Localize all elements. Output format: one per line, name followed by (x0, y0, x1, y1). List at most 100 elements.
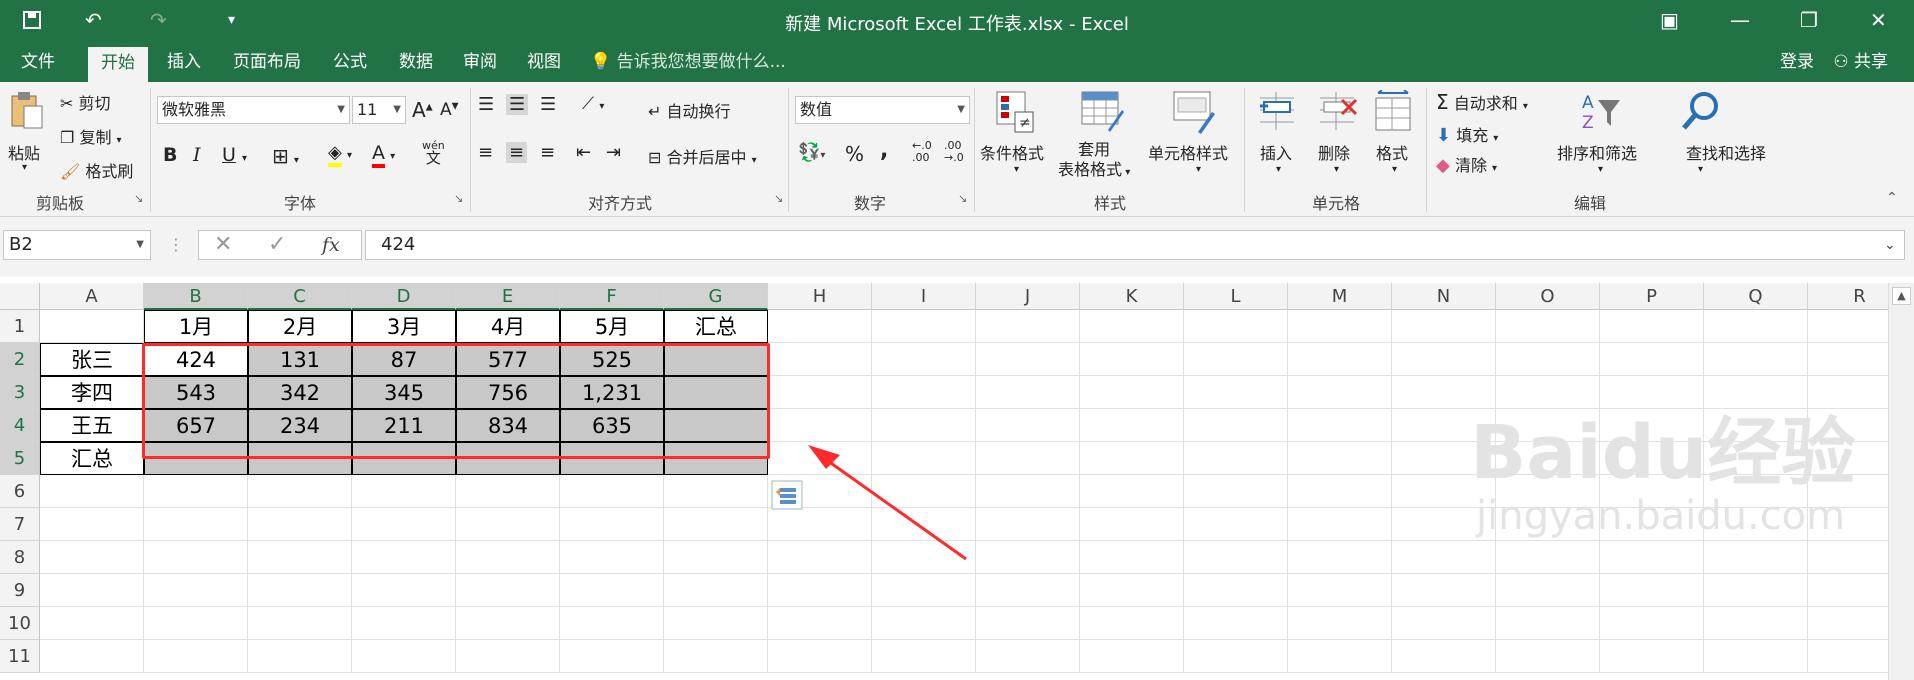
align-right-icon[interactable]: ≡ (540, 142, 555, 163)
cell-G6[interactable] (664, 475, 768, 508)
cell-G1[interactable]: 汇总 (664, 310, 768, 343)
cell-O9[interactable] (1496, 574, 1600, 607)
cell-B7[interactable] (144, 508, 248, 541)
cell-K3[interactable] (1080, 376, 1184, 409)
insert-cells-icon[interactable] (1258, 90, 1298, 134)
cell-J10[interactable] (976, 607, 1080, 640)
cell-H2[interactable] (768, 343, 872, 376)
cell-P8[interactable] (1600, 541, 1704, 574)
cell-N2[interactable] (1392, 343, 1496, 376)
phonetic-button[interactable]: wén 文 (422, 140, 445, 166)
cell-B6[interactable] (144, 475, 248, 508)
cell-H11[interactable] (768, 640, 872, 673)
align-bottom-icon[interactable]: ☰ (540, 94, 556, 115)
borders-button[interactable]: ⊞ ▾ (272, 144, 299, 168)
underline-button[interactable]: U ▾ (222, 144, 247, 166)
cell-J1[interactable] (976, 310, 1080, 343)
cell-F8[interactable] (560, 541, 664, 574)
cell-A2[interactable]: 张三 (40, 343, 144, 376)
cell-L3[interactable] (1184, 376, 1288, 409)
quick-analysis-icon[interactable] (771, 480, 803, 510)
paste-dropdown-icon[interactable]: ▾ (22, 162, 27, 173)
enter-icon[interactable]: ✓ (268, 233, 286, 257)
paste-icon[interactable] (10, 90, 44, 130)
column-header-G[interactable]: G (664, 283, 768, 310)
cell-A8[interactable] (40, 541, 144, 574)
tab-home[interactable]: 开始 (88, 47, 148, 82)
cell-O1[interactable] (1496, 310, 1600, 343)
increase-indent-icon[interactable]: ⇥ (606, 142, 621, 163)
cell-K6[interactable] (1080, 475, 1184, 508)
cell-J2[interactable] (976, 343, 1080, 376)
row-header-1[interactable]: 1 (0, 310, 40, 343)
cell-K1[interactable] (1080, 310, 1184, 343)
cell-D11[interactable] (352, 640, 456, 673)
cell-N3[interactable] (1392, 376, 1496, 409)
cell-K2[interactable] (1080, 343, 1184, 376)
cell-M2[interactable] (1288, 343, 1392, 376)
tab-page-layout[interactable]: 页面布局 (224, 42, 310, 82)
cell-J8[interactable] (976, 541, 1080, 574)
magnifier-icon[interactable] (1678, 90, 1722, 134)
cell-M5[interactable] (1288, 442, 1392, 475)
dialog-launcher-icon[interactable]: ↘ (134, 192, 143, 205)
column-header-Q[interactable]: Q (1704, 283, 1808, 310)
cell-K8[interactable] (1080, 541, 1184, 574)
align-center-icon[interactable]: ≡ (506, 142, 528, 163)
column-header-D[interactable]: D (352, 283, 456, 310)
cell-P1[interactable] (1600, 310, 1704, 343)
cell-M11[interactable] (1288, 640, 1392, 673)
sort-filter-button[interactable]: 排序和筛选 (1557, 140, 1637, 164)
row-header-9[interactable]: 9 (0, 574, 40, 607)
cell-D7[interactable] (352, 508, 456, 541)
tab-formulas[interactable]: 公式 (326, 42, 374, 82)
maximize-icon[interactable]: ❐ (1800, 8, 1818, 32)
grow-font-button[interactable]: A▲ (412, 98, 433, 122)
tab-view[interactable]: 视图 (520, 42, 568, 82)
row-header-8[interactable]: 8 (0, 541, 40, 574)
row-header-3[interactable]: 3 (0, 376, 40, 409)
fill-color-button[interactable]: ◈ ▾ (328, 142, 352, 167)
insert-function-icon[interactable]: fx (322, 233, 340, 257)
cell-O3[interactable] (1496, 376, 1600, 409)
row-header-7[interactable]: 7 (0, 508, 40, 541)
cell-P9[interactable] (1600, 574, 1704, 607)
cell-F6[interactable] (560, 475, 664, 508)
delete-cells-icon[interactable] (1318, 90, 1358, 134)
cell-A9[interactable] (40, 574, 144, 607)
cell-Q8[interactable] (1704, 541, 1808, 574)
format-cells-button[interactable]: 格式 (1376, 140, 1408, 164)
cell-D1[interactable]: 3月 (352, 310, 456, 343)
column-header-I[interactable]: I (872, 283, 976, 310)
close-icon[interactable]: ✕ (1870, 8, 1887, 32)
align-middle-icon[interactable]: ☰ (506, 94, 529, 115)
cell-O8[interactable] (1496, 541, 1600, 574)
cell-J6[interactable] (976, 475, 1080, 508)
font-name-combo[interactable]: 微软雅黑 ▼ (157, 96, 350, 124)
cell-K5[interactable] (1080, 442, 1184, 475)
cell-F9[interactable] (560, 574, 664, 607)
font-size-combo[interactable]: 11 ▼ (352, 96, 406, 124)
increase-decimal-button[interactable]: ←.0.00 (912, 140, 932, 164)
cell-F11[interactable] (560, 640, 664, 673)
cell-C8[interactable] (248, 541, 352, 574)
cell-H3[interactable] (768, 376, 872, 409)
cell-G10[interactable] (664, 607, 768, 640)
cell-L10[interactable] (1184, 607, 1288, 640)
align-top-icon[interactable]: ☰ (478, 94, 494, 115)
cell-K11[interactable] (1080, 640, 1184, 673)
cell-O11[interactable] (1496, 640, 1600, 673)
tab-insert[interactable]: 插入 (158, 42, 210, 82)
cell-K10[interactable] (1080, 607, 1184, 640)
wrap-text-button[interactable]: ↵ 自动换行 (648, 98, 731, 122)
cell-A11[interactable] (40, 640, 144, 673)
cell-E1[interactable]: 4月 (456, 310, 560, 343)
cell-D9[interactable] (352, 574, 456, 607)
cell-A1[interactable] (40, 310, 144, 343)
number-format-combo[interactable]: 数值 ▼ (795, 96, 970, 124)
row-header-5[interactable]: 5 (0, 442, 40, 475)
dialog-launcher-icon[interactable]: ↘ (454, 192, 463, 205)
cell-L6[interactable] (1184, 475, 1288, 508)
cut-button[interactable]: ✂ 剪切 (60, 90, 111, 114)
cell-E7[interactable] (456, 508, 560, 541)
